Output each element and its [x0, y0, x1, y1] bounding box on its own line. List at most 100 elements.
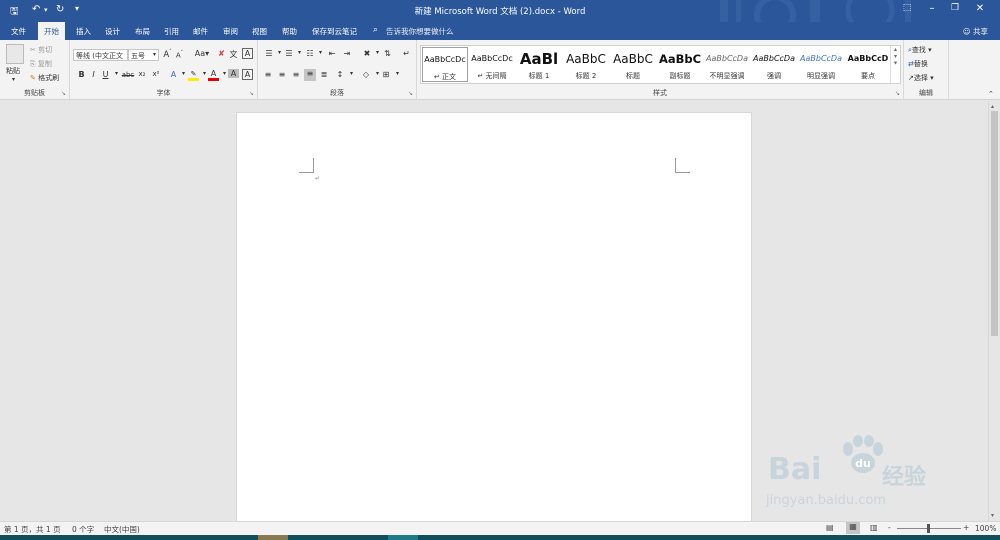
shading-icon[interactable]: ◇	[360, 70, 372, 79]
line-spacing-dropdown-icon[interactable]: ▾	[346, 70, 357, 77]
align-right-icon[interactable]: ≡	[290, 70, 302, 79]
paste-button[interactable]: 粘贴	[6, 66, 20, 76]
tab-references[interactable]: 引用	[164, 26, 179, 37]
bold-button[interactable]: B	[76, 70, 87, 79]
zoom-in-button[interactable]: +	[963, 523, 969, 532]
tab-home[interactable]: 开始	[38, 22, 65, 40]
tab-mailings[interactable]: 邮件	[193, 26, 208, 37]
enclose-character-icon[interactable]: A	[242, 48, 253, 59]
editing-group-label: 编辑	[919, 89, 933, 97]
zoom-slider-thumb[interactable]	[927, 524, 930, 533]
ribbon-display-options-icon[interactable]: ⬚	[897, 3, 917, 13]
paste-icon[interactable]	[6, 44, 24, 64]
read-mode-icon[interactable]: ▤	[826, 523, 834, 532]
taskbar-item[interactable]	[258, 535, 288, 540]
subscript-button[interactable]: x₂	[136, 70, 148, 78]
align-left-icon[interactable]: ≡	[262, 70, 274, 79]
tab-save-to-cloud[interactable]: 保存到云笔记	[312, 26, 357, 37]
underline-button[interactable]: U	[100, 70, 111, 79]
sort-icon[interactable]: ⇅	[382, 49, 393, 58]
tab-review[interactable]: 审阅	[223, 26, 238, 37]
show-formatting-marks-icon[interactable]: ↵	[401, 49, 412, 58]
clipboard-launcher-icon[interactable]: ↘	[61, 90, 66, 97]
style-heading-2[interactable]: AaBbC 标题 2	[563, 47, 609, 84]
zoom-out-button[interactable]: -	[888, 523, 891, 532]
font-size-select[interactable]: 五号 ▾	[128, 49, 159, 61]
tell-me-input[interactable]: 告诉我你想要做什么	[386, 26, 454, 37]
format-painter-button[interactable]: ✎ 格式刷	[30, 73, 59, 83]
restore-button[interactable]: ❐	[945, 3, 965, 13]
tab-file[interactable]: 文件	[11, 26, 26, 37]
phonetic-guide-icon[interactable]: 文	[228, 49, 239, 60]
style-strong[interactable]: AaBbCcD 要点	[845, 47, 891, 84]
cut-button[interactable]: ✂ 剪切	[30, 45, 52, 55]
character-border-button[interactable]: A	[242, 69, 253, 80]
copy-icon: ⎘	[30, 60, 38, 68]
clear-formatting-icon[interactable]: ✘	[216, 49, 227, 58]
strikethrough-button[interactable]: abc	[120, 71, 136, 79]
minimize-button[interactable]: –	[922, 3, 942, 14]
web-layout-icon[interactable]: ▥	[870, 523, 878, 532]
style-subtle-emphasis[interactable]: AaBbCcDa 不明显强调	[704, 47, 750, 84]
taskbar-item[interactable]	[388, 535, 418, 540]
scroll-up-icon[interactable]: ▴	[991, 103, 994, 110]
find-button[interactable]: ⌕查找 ▾	[908, 45, 932, 55]
copy-button[interactable]: ⎘ 复制	[30, 59, 52, 69]
increase-indent-icon[interactable]: ⇥	[340, 49, 354, 58]
styles-scroll[interactable]: ▴ ▾ ⯆	[890, 46, 900, 83]
tab-layout[interactable]: 布局	[135, 26, 150, 37]
word-count[interactable]: 0 个字	[72, 524, 94, 535]
style-preview: AaBl	[519, 50, 559, 68]
select-button[interactable]: ↗选择 ▾	[908, 73, 934, 83]
paste-dropdown-icon[interactable]: ▾	[12, 76, 15, 83]
italic-button[interactable]: I	[88, 70, 99, 79]
borders-icon[interactable]: ⊞	[380, 70, 392, 79]
superscript-button[interactable]: x²	[150, 70, 162, 78]
style-preview: AaBbC	[613, 52, 653, 66]
styles-launcher-icon[interactable]: ↘	[895, 90, 900, 97]
language-indicator[interactable]: 中文(中国)	[104, 524, 140, 535]
replace-button[interactable]: ⇄替换	[908, 59, 928, 69]
document-page[interactable]: ↵	[236, 112, 752, 532]
borders-dropdown-icon[interactable]: ▾	[392, 70, 403, 77]
change-case-button[interactable]: Aa▾	[192, 49, 212, 58]
style-no-spacing[interactable]: AaBbCcDc ↵ 无间隔	[469, 47, 515, 84]
paragraph-launcher-icon[interactable]: ↘	[408, 90, 413, 97]
zoom-level[interactable]: 100%	[975, 524, 996, 533]
character-shading-button[interactable]: A	[228, 69, 239, 78]
highlight-icon[interactable]: ✎	[188, 70, 199, 81]
font-name-select[interactable]: 等线 (中文正文	[73, 49, 128, 61]
vertical-scrollbar[interactable]: ▴ ▾	[988, 101, 1000, 521]
shrink-font-button[interactable]: A˅	[174, 50, 185, 59]
style-subtitle[interactable]: AaBbC 副标题	[657, 47, 703, 84]
grow-font-button[interactable]: A˄	[162, 49, 173, 60]
tab-view[interactable]: 视图	[252, 26, 267, 37]
tab-insert[interactable]: 插入	[76, 26, 91, 37]
share-button[interactable]: ☺ 共享	[963, 26, 988, 37]
line-spacing-icon[interactable]: ↕	[334, 70, 346, 79]
scroll-down-icon[interactable]: ▾	[991, 512, 994, 519]
justify-icon[interactable]: ≡	[304, 69, 316, 81]
tab-design[interactable]: 设计	[105, 26, 120, 37]
tab-help[interactable]: 帮助	[282, 26, 297, 37]
style-title[interactable]: AaBbC 标题	[610, 47, 656, 84]
page-count[interactable]: 第 1 页，共 1 页	[4, 524, 61, 535]
watermark-brand: Bai	[768, 452, 822, 487]
distributed-icon[interactable]: ≣	[318, 70, 330, 79]
style-emphasis[interactable]: AaBbCcDa 强调	[751, 47, 797, 84]
decrease-indent-icon[interactable]: ⇤	[325, 49, 339, 58]
copy-label: 复制	[37, 60, 52, 68]
font-launcher-icon[interactable]: ↘	[249, 90, 254, 97]
style-normal[interactable]: AaBbCcDc ↵ 正文	[422, 47, 468, 82]
print-layout-icon[interactable]: ▦	[846, 522, 860, 534]
font-color-button[interactable]: A	[208, 69, 219, 81]
style-intense-emphasis[interactable]: AaBbCcDa 明显强调	[798, 47, 844, 84]
align-center-icon[interactable]: ≡	[276, 70, 288, 79]
style-preview: AaBbCcDa	[800, 54, 842, 63]
close-button[interactable]: ✕	[970, 3, 990, 14]
collapse-ribbon-icon[interactable]: ⌃	[988, 90, 994, 98]
taskbar-strip	[0, 535, 1000, 540]
style-heading-1[interactable]: AaBl 标题 1	[516, 47, 562, 84]
watermark-brand-suffix: 经验	[882, 465, 927, 490]
scrollbar-thumb[interactable]	[991, 111, 998, 336]
